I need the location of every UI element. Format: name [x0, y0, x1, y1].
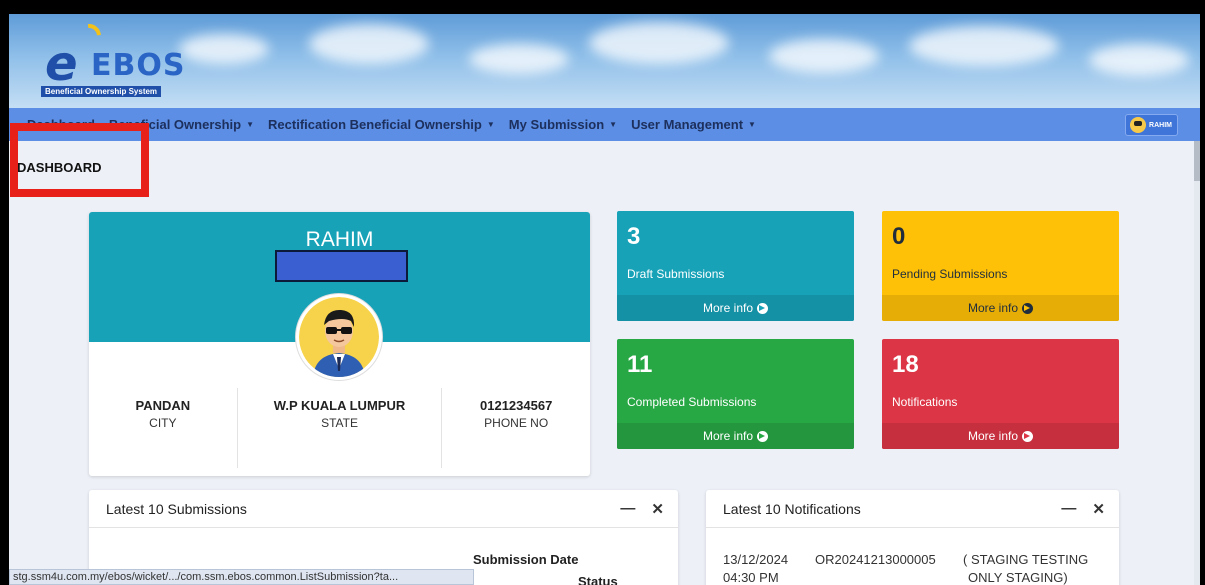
pending-count: 0 [892, 223, 906, 250]
more-info-label: More info [967, 301, 1019, 315]
stat-phone-label: PHONE NO [484, 416, 549, 430]
browser-viewport: e EBOS Beneficial Ownership System Dashb… [9, 14, 1200, 585]
user-menu-name: RAHIM [1149, 121, 1172, 129]
notification-date: 13/12/2024 [723, 552, 789, 567]
draft-submissions-box: 3 Draft Submissions More info [617, 211, 854, 321]
arrow-circle-right-icon [757, 302, 769, 314]
stat-state-value: W.P KUALA LUMPUR [273, 398, 406, 413]
caret-down-icon: ▼ [748, 120, 756, 129]
completed-submissions-box: 11 Completed Submissions More info [617, 339, 854, 449]
profile-name: RAHIM [305, 228, 374, 251]
completed-count: 11 [627, 351, 653, 378]
close-icon[interactable]: ✕ [651, 500, 664, 518]
nav-rectification[interactable]: Rectification Beneficial Ownership ▼ [268, 117, 495, 132]
stat-state-label: STATE [321, 416, 358, 430]
scrollbar-thumb[interactable] [1194, 141, 1200, 181]
panel-tools: — ✕ [620, 500, 664, 518]
collapse-icon[interactable]: — [1061, 500, 1076, 518]
arrow-circle-right-icon [757, 430, 769, 442]
logo-tagline: Beneficial Ownership System [41, 86, 162, 97]
header-banner: e EBOS Beneficial Ownership System [9, 14, 1200, 108]
notifications-count: 18 [892, 351, 919, 378]
notification-ref[interactable]: OR20241213000005 [815, 551, 936, 569]
panel-header: Latest 10 Submissions — ✕ [89, 490, 678, 528]
vertical-scrollbar[interactable] [1194, 141, 1200, 585]
notifications-more-info-link[interactable]: More info [882, 423, 1119, 449]
profile-card: RAHIM PANDAN CITY W.P KUALA LUMPUR STATE… [89, 212, 590, 476]
stat-state: W.P KUALA LUMPUR STATE [236, 388, 442, 468]
draft-more-info-link[interactable]: More info [617, 295, 854, 321]
latest-notifications-panel: Latest 10 Notifications — ✕ 13/12/2024 0… [706, 490, 1119, 585]
arrow-circle-right-icon [1022, 430, 1034, 442]
panel-header: Latest 10 Notifications — ✕ [706, 490, 1119, 528]
nav-user-management-label: User Management [631, 117, 744, 132]
arrow-circle-right-icon [1022, 302, 1034, 314]
user-menu-button[interactable]: RAHIM [1125, 114, 1178, 136]
more-info-label: More info [702, 429, 754, 443]
stat-city-value: PANDAN [135, 398, 191, 413]
nav-my-submission[interactable]: My Submission ▼ [509, 117, 617, 132]
redacted-field [275, 250, 408, 282]
screenshot-frame: e EBOS Beneficial Ownership System Dashb… [0, 0, 1205, 585]
more-info-label: More info [967, 429, 1019, 443]
caret-down-icon: ▼ [246, 120, 255, 129]
completed-label: Completed Submissions [627, 395, 757, 409]
column-status[interactable]: Status [578, 573, 618, 585]
stat-city-label: CITY [149, 416, 177, 430]
nav-my-submission-label: My Submission [508, 117, 605, 132]
notification-time: 04:30 PM [723, 570, 779, 585]
profile-avatar [296, 294, 382, 380]
user-avatar-icon [1130, 117, 1147, 133]
draft-count: 3 [627, 223, 641, 250]
caret-down-icon: ▼ [609, 120, 618, 129]
notifications-box: 18 Notifications More info [882, 339, 1119, 449]
draft-label: Draft Submissions [627, 267, 725, 281]
pending-more-info-link[interactable]: More info [882, 295, 1119, 321]
notification-message-cont: ONLY STAGING) [968, 570, 1068, 585]
stat-city: PANDAN CITY [89, 388, 237, 468]
ebos-logo[interactable]: e EBOS Beneficial Ownership System [39, 19, 189, 100]
close-icon[interactable]: ✕ [1092, 500, 1105, 518]
stat-phone-value: 0121234567 [480, 398, 553, 413]
pending-label: Pending Submissions [892, 267, 1008, 281]
logo-e-glyph: e [45, 36, 78, 92]
nav-rectification-label: Rectification Beneficial Ownership [268, 117, 482, 132]
notifications-label: Notifications [892, 395, 958, 409]
collapse-icon[interactable]: — [620, 500, 635, 518]
logo-wordmark: EBOS [91, 48, 186, 83]
nav-user-management[interactable]: User Management ▼ [631, 117, 756, 132]
stat-phone: 0121234567 PHONE NO [441, 388, 590, 468]
panel-title: Latest 10 Notifications [723, 501, 861, 517]
profile-stats: PANDAN CITY W.P KUALA LUMPUR STATE 01212… [89, 388, 590, 468]
pending-submissions-box: 0 Pending Submissions More info [882, 211, 1119, 321]
notification-message: ( STAGING TESTING [963, 552, 1089, 567]
more-info-label: More info [702, 301, 754, 315]
panel-tools: — ✕ [1061, 500, 1105, 518]
caret-down-icon: ▼ [486, 120, 495, 129]
completed-more-info-link[interactable]: More info [617, 423, 854, 449]
column-submission-date[interactable]: Submission Date [473, 551, 578, 569]
panel-title: Latest 10 Submissions [106, 501, 247, 517]
main-navbar: Dashboard Beneficial Ownership ▼ Rectific… [9, 108, 1200, 141]
browser-status-bar: stg.ssm4u.com.my/ebos/wicket/.../com.ssm… [9, 569, 474, 585]
highlight-annotation-box [10, 123, 149, 197]
